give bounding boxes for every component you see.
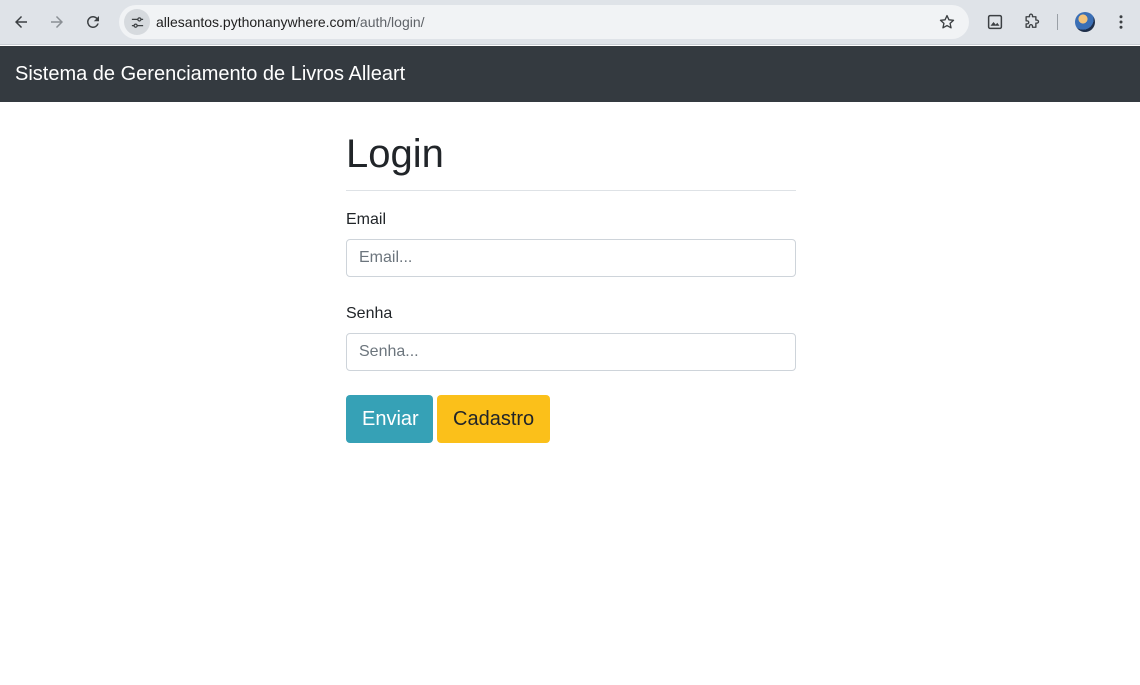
- navbar-brand[interactable]: Sistema de Gerenciamento de Livros Allea…: [15, 63, 405, 86]
- bookmark-button[interactable]: [937, 12, 957, 32]
- site-info-button[interactable]: [124, 9, 150, 35]
- more-menu-icon: [1119, 15, 1123, 29]
- enviar-button[interactable]: Enviar: [346, 395, 433, 443]
- url-host: allesantos.pythonanywhere.com: [156, 14, 357, 30]
- email-label: Email: [346, 211, 387, 228]
- extensions-button[interactable]: [1017, 8, 1045, 36]
- url-text: allesantos.pythonanywhere.com/auth/login…: [156, 14, 425, 30]
- back-button[interactable]: [6, 7, 36, 37]
- extensions-icon: [1025, 13, 1040, 28]
- forward-arrow-icon: [51, 16, 63, 28]
- cadastro-button[interactable]: Cadastro: [437, 395, 550, 443]
- url-path: /auth/login/: [356, 14, 425, 30]
- site-info-icon: [131, 16, 143, 28]
- title-divider: [346, 190, 796, 191]
- page-title: Login: [346, 132, 444, 176]
- address-bar[interactable]: allesantos.pythonanywhere.com/auth/login…: [119, 5, 969, 39]
- star-icon: [939, 14, 955, 29]
- site-navbar: Sistema de Gerenciamento de Livros Allea…: [0, 46, 1140, 102]
- senha-label: Senha: [346, 305, 393, 322]
- browser-toolbar: allesantos.pythonanywhere.com/auth/login…: [0, 0, 1140, 45]
- toolbar-divider: [1057, 14, 1058, 30]
- reload-button[interactable]: [78, 7, 108, 37]
- image-icon: [987, 14, 1003, 30]
- more-menu-button[interactable]: [1107, 8, 1135, 36]
- email-field[interactable]: [346, 239, 796, 277]
- senha-field[interactable]: [346, 333, 796, 371]
- forward-button[interactable]: [42, 7, 72, 37]
- reload-icon: [87, 16, 99, 28]
- image-search-button[interactable]: [981, 8, 1009, 36]
- back-arrow-icon: [15, 16, 27, 28]
- profile-avatar[interactable]: [1075, 12, 1095, 32]
